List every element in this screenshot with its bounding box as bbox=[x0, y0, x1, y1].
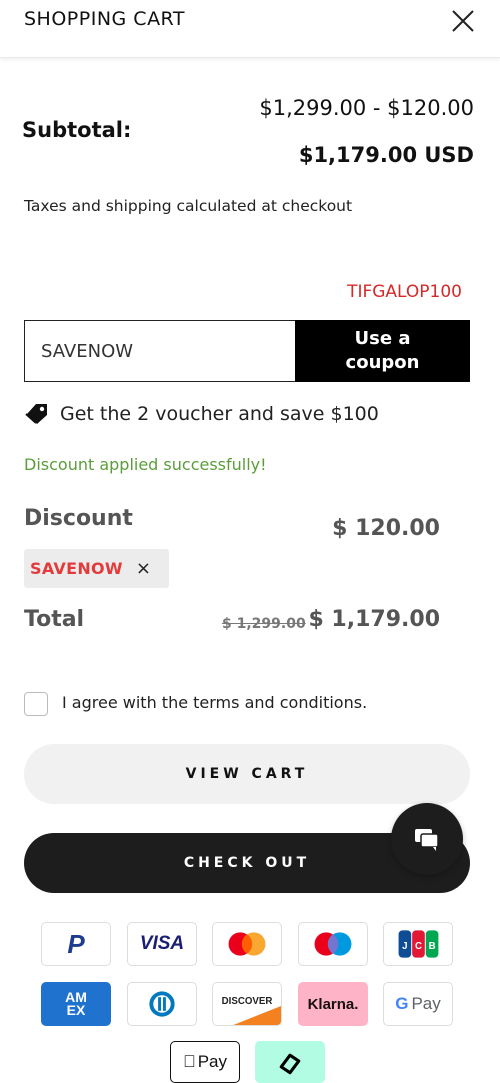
paypal-icon: P bbox=[41, 922, 111, 966]
remove-coupon-icon[interactable]: × bbox=[136, 558, 151, 579]
visa-icon: VISA bbox=[127, 922, 197, 966]
cart-title: SHOPPING CART bbox=[24, 8, 185, 30]
discount-success-message: Discount applied successfully! bbox=[24, 455, 267, 474]
terms-label[interactable]: I agree with the terms and conditions. bbox=[62, 693, 367, 712]
use-coupon-label-line1: Use a bbox=[354, 328, 411, 349]
chat-button[interactable] bbox=[391, 803, 463, 875]
svg-text:J: J bbox=[402, 941, 407, 952]
use-coupon-button[interactable]: Use a coupon bbox=[295, 320, 470, 382]
cart-header: SHOPPING CART bbox=[0, 0, 500, 58]
maestro-icon bbox=[298, 922, 368, 966]
klarna-label: Klarna. bbox=[307, 995, 359, 1013]
total-label: Total bbox=[24, 607, 85, 632]
jcb-icon: J C B bbox=[383, 922, 453, 966]
google-pay-icon: G Pay bbox=[383, 982, 453, 1026]
coupon-input[interactable] bbox=[24, 320, 296, 382]
apple-pay-label: Pay bbox=[191, 1052, 227, 1071]
visa-label: VISA bbox=[139, 933, 185, 954]
subtotal-total: $1,179.00 USD bbox=[298, 143, 474, 167]
tag-icon bbox=[24, 401, 50, 427]
chat-icon bbox=[415, 829, 439, 851]
voucher-promo: Get the 2 voucher and save $100 bbox=[24, 400, 379, 428]
klarna-icon: Klarna. bbox=[298, 982, 368, 1026]
close-icon[interactable] bbox=[450, 8, 476, 34]
subtotal-label: Subtotal: bbox=[22, 118, 132, 142]
coupon-hint-code[interactable]: TIFGALOP100 bbox=[347, 282, 462, 302]
discover-label: DISCOVER bbox=[222, 996, 273, 1007]
total-original-price: $ 1,299.00 bbox=[222, 616, 306, 632]
discount-label: Discount bbox=[24, 506, 133, 531]
svg-text:B: B bbox=[429, 941, 436, 952]
diners-icon bbox=[127, 982, 197, 1026]
subtotal-calculation: $1,299.00 - $120.00 bbox=[259, 96, 474, 120]
discount-amount: $ 120.00 bbox=[332, 516, 440, 541]
amex-icon: AM EX bbox=[41, 982, 111, 1026]
afterpay-icon bbox=[255, 1041, 325, 1083]
tax-note: Taxes and shipping calculated at checkou… bbox=[24, 197, 353, 215]
mastercard-icon bbox=[212, 922, 282, 966]
use-coupon-label-line2: coupon bbox=[345, 352, 420, 373]
total-final-price: $ 1,179.00 bbox=[308, 607, 440, 632]
view-cart-button[interactable]: VIEW CART bbox=[24, 744, 470, 804]
voucher-text: Get the 2 voucher and save $100 bbox=[60, 403, 379, 425]
svg-text:C: C bbox=[415, 941, 422, 952]
terms-checkbox[interactable] bbox=[24, 692, 48, 716]
applied-coupon-chip: SAVENOW × bbox=[24, 549, 169, 588]
applied-coupon-code: SAVENOW bbox=[30, 559, 123, 578]
discover-icon: DISCOVER bbox=[212, 982, 282, 1026]
apple-pay-icon: Pay bbox=[170, 1041, 240, 1083]
